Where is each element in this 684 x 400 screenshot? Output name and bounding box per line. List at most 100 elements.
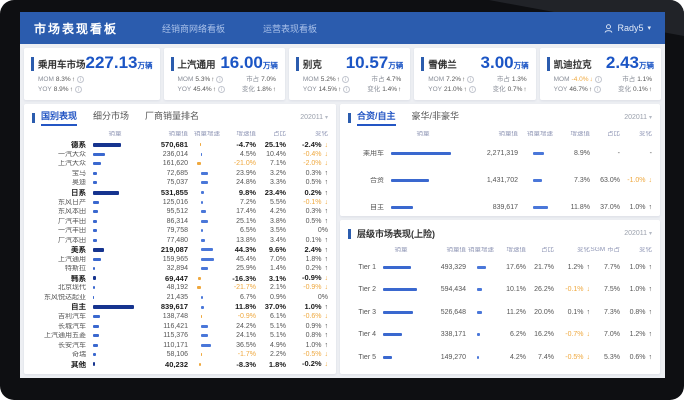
main-nav: 经销商网络看板 运营表现看板 <box>162 22 317 35</box>
change-value: 1.0% <box>630 286 646 293</box>
nav-item-dealer-network[interactable]: 经销商网络看板 <box>162 22 225 35</box>
share-value: 1.8% <box>256 361 286 369</box>
info-icon[interactable]: i <box>594 86 601 93</box>
growth-bar-fill <box>198 277 201 280</box>
date-filter[interactable]: 202011 ▾ <box>624 114 652 121</box>
sales-bar-cell <box>86 362 144 366</box>
metric-label: 变化 <box>367 86 380 93</box>
table-row: 吉利汽车138,748-0.9%6.1%-0.6% ↓ <box>32 312 328 322</box>
growth-bar <box>192 258 222 261</box>
sales-value: 149,270 <box>426 354 466 361</box>
sales-bar-cell <box>86 296 144 299</box>
trend-down-icon: ↓ <box>323 361 328 368</box>
trend-up-icon: ↑ <box>463 86 466 93</box>
share-value: 7.1% <box>256 160 286 167</box>
date-filter[interactable]: 202011 ▾ <box>624 230 652 237</box>
info-icon[interactable]: i <box>216 76 223 83</box>
change-value: - <box>650 150 652 157</box>
user-menu[interactable]: Rady5 ▾ <box>604 23 651 33</box>
kpi-metric: MOM-4.0%↓i <box>554 76 602 84</box>
sales-value: 219,087 <box>144 246 188 254</box>
sales-bar-cell <box>86 191 144 195</box>
table-row: 广汽本田77,48013.8%3.4%0.1% ↑ <box>32 235 328 245</box>
info-icon[interactable]: i <box>469 86 476 93</box>
growth-value: 17.4% <box>226 208 256 215</box>
growth-bar <box>192 315 222 318</box>
kpi-card-top: 乘用车市场227.13万辆 <box>31 53 153 73</box>
kpi-unit: 万辆 <box>138 61 153 70</box>
tab-oem-sales-ranking[interactable]: 厂商销量排名 <box>145 109 199 126</box>
kpi-value: 2.43 <box>606 53 639 72</box>
kpi-name: 乘用车市场 <box>31 57 86 71</box>
info-icon[interactable]: i <box>342 76 349 83</box>
change-cell: 0.6% ↑ <box>620 354 652 361</box>
change-value: 1.0% <box>630 264 646 271</box>
change-cell: 1.0% ↑ <box>620 204 652 211</box>
column-header: 销量 <box>86 131 144 138</box>
info-icon[interactable]: i <box>75 86 82 93</box>
growth-bar-fill <box>477 288 482 291</box>
sales-bar-cell <box>86 220 144 223</box>
sales-value: 1,431,702 <box>462 177 518 184</box>
share-value: 5.1% <box>256 332 286 339</box>
share-value: 23.4% <box>256 189 286 197</box>
sales-bar-fill <box>93 153 105 156</box>
info-icon[interactable]: i <box>218 86 225 93</box>
row-name: 一汽丰田 <box>32 227 86 234</box>
sales-value: 839,617 <box>144 303 188 311</box>
sales-bar <box>391 152 456 155</box>
sales-value: 531,855 <box>144 189 188 197</box>
growth-value: 13.8% <box>226 237 256 244</box>
sales-value: 161,620 <box>144 160 188 167</box>
tab-country-performance[interactable]: 国别表现 <box>41 109 77 126</box>
kpi-metric: YOY8.9%↑i <box>38 86 84 94</box>
table-row: 东风本田95,51217.4%4.2%0.3% ↑ <box>32 207 328 217</box>
change-value: 1.2% <box>568 264 584 271</box>
nav-item-operations[interactable]: 运营表现看板 <box>263 22 317 35</box>
sales-bar-fill <box>93 353 96 356</box>
growth-bar-fill <box>201 201 203 204</box>
tab-segment-market[interactable]: 细分市场 <box>93 109 129 126</box>
change-value: 0.5% <box>306 218 322 225</box>
sales-bar-fill <box>93 315 100 318</box>
info-icon[interactable]: i <box>595 76 602 83</box>
trend-up-icon: ↑ <box>323 218 328 225</box>
dashboard-body: 乘用车市场227.13万辆MOM8.3%↑iYOY8.9%↑i上汽通用16.00… <box>20 44 665 378</box>
kpi-metric-column: 市占7.0%变化1.8%↑ <box>242 76 278 94</box>
table-row: 乘用车2,271,3198.9%-- <box>348 140 652 167</box>
info-icon[interactable]: i <box>77 76 84 83</box>
growth-bar-fill <box>201 172 208 175</box>
kpi-name: 上汽通用 <box>171 57 216 71</box>
panel-accent <box>32 113 35 123</box>
column-header: 销量增速 <box>466 247 496 254</box>
calendar-caret-icon: ▾ <box>649 115 652 121</box>
sales-bar-cell <box>86 286 144 289</box>
tab-luxury-nonluxury[interactable]: 豪华/非豪华 <box>412 109 460 126</box>
sales-bar-fill <box>93 220 97 223</box>
growth-bar <box>192 334 222 337</box>
growth-value: -8.3% <box>226 361 256 369</box>
sales-value: 110,171 <box>144 342 188 349</box>
metric-label: 变化 <box>493 86 506 93</box>
growth-bar <box>192 286 222 289</box>
tab-joint-domestic[interactable]: 合资/自主 <box>357 109 396 126</box>
table-row: 上汽通用五菱115,37624.1%5.1%0.8% ↑ <box>32 331 328 341</box>
info-icon[interactable]: i <box>467 76 474 83</box>
info-icon[interactable]: i <box>343 86 350 93</box>
sales-value: 40,232 <box>144 361 188 369</box>
kpi-unit: 万辆 <box>263 61 278 70</box>
row-name: 广汽本田 <box>32 237 86 244</box>
sales-bar-cell <box>86 229 144 232</box>
metric-value: -4.0% <box>572 76 589 83</box>
sales-value: 21,435 <box>144 294 188 301</box>
sales-bar <box>93 315 138 318</box>
row-name: 自主 <box>348 204 384 211</box>
table-row: Tier 2594,43410.1%26.2%-0.1% ↓7.5%1.0% ↑ <box>348 279 652 302</box>
change-cell: -0.5% ↓ <box>286 351 328 358</box>
change-value: 0.8% <box>630 309 646 316</box>
kpi-value: 227.13 <box>86 53 138 72</box>
date-filter[interactable]: 202011 ▾ <box>300 114 328 121</box>
growth-bar-fill <box>533 152 544 155</box>
change-value: -2.0% <box>303 160 321 167</box>
sales-value: 48,192 <box>144 284 188 291</box>
